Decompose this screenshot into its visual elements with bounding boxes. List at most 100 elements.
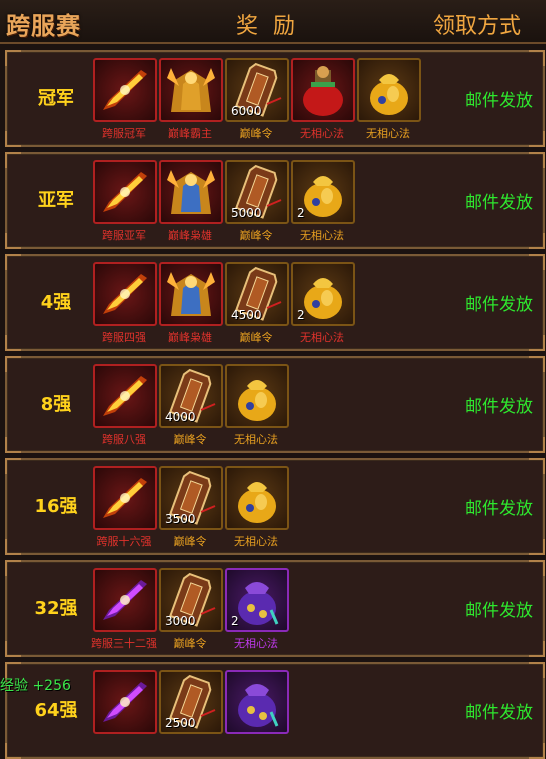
reward-item[interactable]: 跨服三十二强	[91, 568, 157, 651]
item-name: 无相心法	[300, 229, 344, 242]
reward-item[interactable]: 巅峰霸主	[159, 58, 223, 141]
reward-item[interactable]: 无相心法	[357, 58, 421, 141]
armor-golden-icon[interactable]	[159, 58, 223, 122]
item-name: 跨服亚军	[102, 229, 146, 242]
item-name: 无相心法	[234, 637, 278, 650]
title-banner-icon[interactable]	[93, 364, 157, 428]
treasure-bag-icon[interactable]: 2	[291, 262, 355, 326]
reward-item[interactable]: 4000 巅峰令	[159, 364, 223, 447]
item-count: 3500	[165, 512, 196, 526]
claim-method-label: 邮件发放	[465, 601, 533, 621]
reward-row: 8强 跨服八强 4000 巅峰令 无相心法 邮件发放	[5, 356, 545, 453]
token-plaque-icon[interactable]: 3500	[159, 466, 223, 530]
reward-item[interactable]: 巅峰枭雄	[159, 160, 223, 243]
frame-corner-ornament	[529, 356, 545, 372]
item-count: 6000	[231, 104, 262, 118]
reward-item[interactable]: 2 无相心法	[291, 160, 355, 243]
treasure-bag-icon[interactable]	[357, 58, 421, 122]
reward-item[interactable]: 2500	[159, 670, 223, 737]
item-name: 巅峰枭雄	[168, 229, 212, 242]
item-count: 4500	[231, 308, 262, 322]
column-header-method: 领取方式	[433, 14, 522, 39]
frame-corner-ornament	[5, 335, 21, 351]
reward-item[interactable]: 无相心法	[291, 58, 355, 141]
armor-blue-icon[interactable]	[159, 160, 223, 224]
frame-corner-ornament	[529, 458, 545, 474]
title-banner-purple-icon[interactable]	[93, 568, 157, 632]
treasure-bag-purple-icon[interactable]: 2	[225, 568, 289, 632]
reward-item[interactable]: 3500 巅峰令	[159, 466, 223, 549]
reward-item[interactable]: 2 无相心法	[291, 262, 355, 345]
frame-corner-ornament	[529, 131, 545, 147]
item-name: 巅峰令	[239, 127, 273, 140]
rank-label: 16强	[34, 496, 78, 517]
item-name: 无相心法	[300, 331, 344, 344]
item-count: 5000	[231, 206, 262, 220]
frame-corner-ornament	[529, 662, 545, 678]
column-header-reward: 奖 励	[236, 14, 299, 39]
reward-item[interactable]: 6000 巅峰令	[225, 58, 289, 141]
reward-item[interactable]: 跨服八强	[93, 364, 157, 447]
treasure-bag-red-icon[interactable]	[291, 58, 355, 122]
reward-item[interactable]: 5000 巅峰令	[225, 160, 289, 243]
reward-item[interactable]: 无相心法	[225, 364, 289, 447]
frame-corner-ornament	[5, 152, 21, 168]
title-banner-icon[interactable]	[93, 262, 157, 326]
token-plaque-icon[interactable]: 2500	[159, 670, 223, 734]
treasure-bag-icon[interactable]	[225, 466, 289, 530]
frame-corner-ornament	[529, 641, 545, 657]
frame-corner-ornament	[5, 254, 21, 270]
frame-corner-ornament	[5, 458, 21, 474]
frame-corner-ornament	[529, 335, 545, 351]
claim-method-label: 邮件发放	[465, 703, 533, 723]
reward-item[interactable]: 3000 巅峰令	[159, 568, 223, 651]
token-plaque-icon[interactable]: 5000	[225, 160, 289, 224]
frame-corner-ornament	[5, 356, 21, 372]
rank-label: 4强	[40, 292, 72, 313]
reward-item[interactable]: 2 无相心法	[225, 568, 289, 651]
frame-corner-ornament	[5, 641, 21, 657]
title-banner-icon[interactable]	[93, 466, 157, 530]
title-banner-icon[interactable]	[93, 160, 157, 224]
claim-method-label: 邮件发放	[465, 193, 533, 213]
frame-corner-ornament	[529, 152, 545, 168]
token-plaque-icon[interactable]: 4000	[159, 364, 223, 428]
exp-gain-popup: 经验 +256	[0, 678, 71, 694]
item-count: 2	[297, 308, 305, 322]
reward-item[interactable]: 跨服冠军	[93, 58, 157, 141]
rank-label: 32强	[34, 598, 78, 619]
reward-item[interactable]: 跨服四强	[93, 262, 157, 345]
reward-item[interactable]	[225, 670, 289, 737]
item-name: 巅峰令	[173, 637, 207, 650]
title-banner-icon[interactable]	[93, 58, 157, 122]
armor-blue-icon[interactable]	[159, 262, 223, 326]
item-name: 跨服三十二强	[91, 637, 157, 650]
claim-method-label: 邮件发放	[465, 499, 533, 519]
frame-corner-ornament	[529, 50, 545, 66]
treasure-bag-icon[interactable]: 2	[291, 160, 355, 224]
item-count: 2	[231, 614, 239, 628]
item-name: 跨服冠军	[102, 127, 146, 140]
token-plaque-icon[interactable]: 6000	[225, 58, 289, 122]
reward-item[interactable]: 跨服十六强	[93, 466, 157, 549]
reward-item[interactable]: 4500 巅峰令	[225, 262, 289, 345]
treasure-bag-purple-icon[interactable]	[225, 670, 289, 734]
reward-row: 64强 2500 邮件发放	[5, 662, 545, 759]
reward-item[interactable]: 跨服亚军	[93, 160, 157, 243]
treasure-bag-icon[interactable]	[225, 364, 289, 428]
reward-item[interactable]: 无相心法	[225, 466, 289, 549]
token-plaque-icon[interactable]: 4500	[225, 262, 289, 326]
title-banner-purple-icon[interactable]	[93, 670, 157, 734]
reward-item[interactable]	[93, 670, 157, 737]
token-plaque-icon[interactable]: 3000	[159, 568, 223, 632]
item-name: 无相心法	[234, 433, 278, 446]
frame-corner-ornament	[5, 743, 21, 759]
item-count: 4000	[165, 410, 196, 424]
item-name: 巅峰令	[173, 433, 207, 446]
item-name: 无相心法	[366, 127, 410, 140]
frame-corner-ornament	[529, 254, 545, 270]
claim-method-label: 邮件发放	[465, 91, 533, 111]
reward-item[interactable]: 巅峰枭雄	[159, 262, 223, 345]
frame-corner-ornament	[5, 50, 21, 66]
frame-corner-ornament	[5, 233, 21, 249]
